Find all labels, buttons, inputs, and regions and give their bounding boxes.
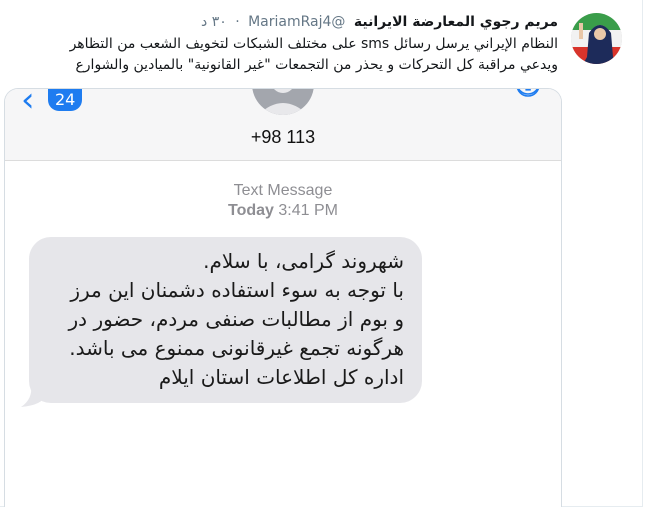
- contact-avatar-icon: [252, 89, 314, 115]
- attached-screenshot[interactable]: ‹ 24 +98 113 Text Message Today 3:41 PM …: [4, 88, 562, 507]
- contact-phone-number: +98 113: [250, 127, 316, 147]
- tweet-text-line-1: النظام الإيراني يرسل رسائل sms على مختلف…: [69, 36, 558, 52]
- info-icon[interactable]: [515, 88, 541, 107]
- unread-count-badge: 24: [48, 89, 83, 111]
- sms-message-bubble[interactable]: شهروند گرامی، با سلام. با توجه به سوء اس…: [29, 237, 422, 403]
- message-type-label: Text Message: [233, 182, 333, 199]
- message-time: 3:41 PM: [278, 202, 338, 219]
- tweet-text-line-2: ويدعي مراقبة كل التحركات و يحذر من التجم…: [75, 57, 558, 73]
- sms-message-text: شهروند گرامی، با سلام. با توجه به سوء اس…: [47, 247, 404, 392]
- tweet-card: مريم رجوي المعارضة الايرانية @MariamRaj4…: [0, 0, 643, 507]
- sms-line-3: و بوم از مطالبات صنفی مردم، حضور در: [68, 307, 404, 331]
- sms-line-4: هرگونه تجمع غیرقانونی ممنوع می باشد.: [69, 336, 404, 360]
- author-name[interactable]: مريم رجوي المعارضة الايرانية: [354, 14, 558, 30]
- message-day: Today: [228, 202, 274, 219]
- author-handle[interactable]: @MariamRaj4: [248, 14, 345, 30]
- tweet-text: النظام الإيراني يرسل رسائل sms على مختلف…: [0, 34, 558, 76]
- sms-line-2: با توجه به سوء استفاده دشمنان این مرز: [70, 278, 404, 302]
- tweet-header: مريم رجوي المعارضة الايرانية @MariamRaj4…: [201, 12, 558, 32]
- sms-line-1: شهروند گرامی، با سلام.: [203, 249, 404, 273]
- author-avatar[interactable]: [571, 13, 622, 64]
- sms-header-bar: ‹ 24 +98 113: [5, 89, 561, 161]
- tweet-time[interactable]: ٣٠ د: [201, 14, 227, 30]
- sms-line-5: اداره کل اطلاعات استان ایلام: [158, 365, 404, 389]
- message-timestamp: Text Message Today 3:41 PM: [5, 181, 561, 221]
- back-chevron-icon[interactable]: ‹: [21, 89, 35, 117]
- separator-dot: ·: [235, 14, 240, 30]
- author-avatar-image: [571, 13, 622, 64]
- message-datetime: Today 3:41 PM: [5, 201, 561, 221]
